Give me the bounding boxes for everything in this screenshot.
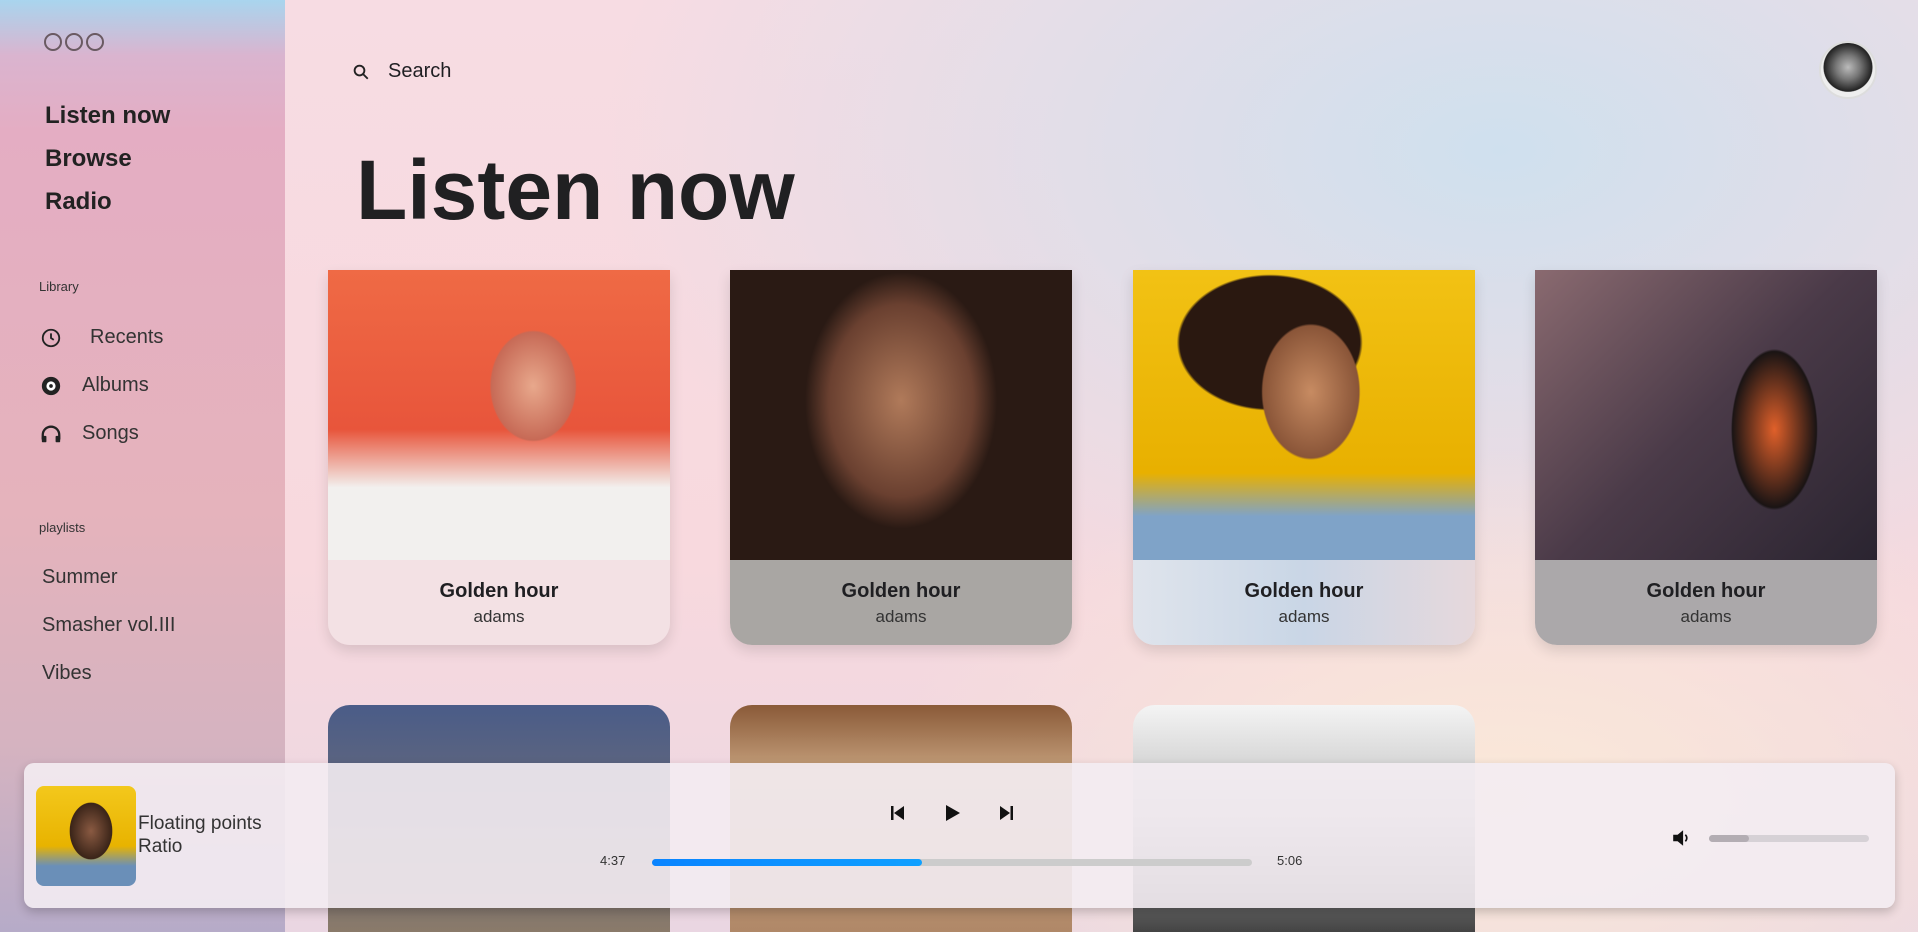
library-heading: Library: [39, 279, 79, 294]
search-input[interactable]: Search: [352, 60, 451, 83]
search-icon: [353, 64, 369, 79]
album-title: Golden hour: [439, 580, 559, 602]
volume-fill: [1709, 835, 1749, 842]
sidebar-item-label: Albums: [82, 374, 149, 396]
now-playing-bar: Floating points Ratio 4:37 5:06: [24, 763, 1895, 908]
nav-browse[interactable]: Browse: [45, 145, 132, 173]
playlists-heading: playlists: [39, 520, 86, 535]
nav-listen-now[interactable]: Listen now: [45, 102, 170, 130]
volume-slider[interactable]: [1709, 835, 1869, 842]
album-card[interactable]: Golden hour adams: [328, 270, 670, 645]
album-cover: [730, 270, 1072, 560]
album-artist: adams: [1680, 607, 1732, 626]
progress-slider[interactable]: [652, 859, 1252, 866]
window-controls: [44, 33, 104, 51]
volume-icon[interactable]: [1671, 827, 1693, 849]
album-cover: [1535, 270, 1877, 560]
headphones-icon: [41, 425, 61, 442]
nav-radio[interactable]: Radio: [45, 188, 112, 216]
album-cover: [328, 270, 670, 560]
playlist-smasher[interactable]: Smasher vol.III: [42, 614, 175, 637]
playlist-vibes[interactable]: Vibes: [42, 662, 92, 685]
user-avatar[interactable]: [1819, 41, 1877, 99]
progress-fill: [652, 859, 922, 866]
sidebar-item-albums[interactable]: Albums: [40, 374, 149, 397]
sidebar-item-label: Recents: [90, 326, 164, 348]
track-artist: Ratio: [138, 836, 183, 857]
disc-icon: [41, 376, 61, 395]
previous-track-button[interactable]: [888, 803, 908, 823]
sidebar-item-recents[interactable]: Recents: [40, 326, 163, 349]
album-title: Golden hour: [1244, 580, 1364, 602]
album-cover: [1133, 270, 1475, 560]
album-title: Golden hour: [1646, 580, 1766, 602]
clock-icon: [41, 328, 61, 347]
total-duration: 5:06: [1277, 853, 1303, 868]
window-close-button[interactable]: [44, 33, 62, 51]
album-artist: adams: [473, 607, 525, 626]
next-track-button[interactable]: [996, 803, 1016, 823]
album-title: Golden hour: [841, 580, 961, 602]
playlist-summer[interactable]: Summer: [42, 566, 118, 589]
track-title: Floating points: [138, 813, 262, 834]
album-card[interactable]: Golden hour adams: [730, 270, 1072, 645]
elapsed-time: 4:37: [600, 853, 626, 868]
sidebar-item-songs[interactable]: Songs: [40, 422, 139, 445]
album-artist: adams: [1278, 607, 1330, 626]
album-artist: adams: [875, 607, 927, 626]
search-placeholder: Search: [388, 60, 452, 82]
page-title: Listen now: [356, 143, 795, 237]
album-card[interactable]: Golden hour adams: [1133, 270, 1475, 645]
album-card[interactable]: Golden hour adams: [1535, 270, 1877, 645]
now-playing-artwork: [36, 786, 136, 886]
sidebar-item-label: Songs: [82, 422, 139, 444]
window-maximize-button[interactable]: [86, 33, 104, 51]
play-button[interactable]: [942, 803, 962, 823]
window-minimize-button[interactable]: [65, 33, 83, 51]
